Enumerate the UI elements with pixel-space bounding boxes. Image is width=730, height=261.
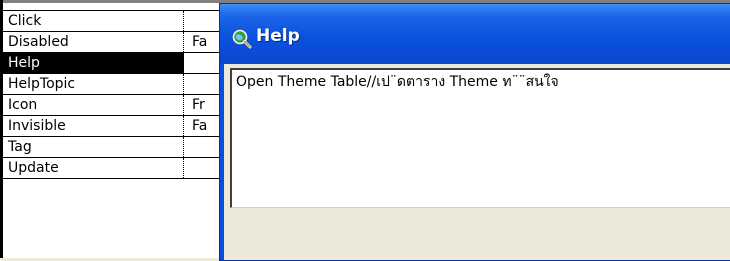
property-name: HelpTopic: [0, 74, 184, 94]
property-name: Invisible: [0, 116, 184, 136]
help-window-client: Open Theme Table//เป¨ดตาราง Theme ท¨¨สนใ…: [224, 64, 730, 260]
property-name: Icon: [0, 95, 184, 115]
magnifier-globe-icon: [232, 29, 252, 49]
help-window: Help Open Theme Table//เป¨ดตาราง Theme ท…: [219, 3, 730, 261]
help-text-box[interactable]: Open Theme Table//เป¨ดตาราง Theme ท¨¨สนใ…: [230, 68, 730, 208]
help-window-title: Help: [256, 26, 300, 46]
property-name: Disabled: [0, 32, 184, 52]
property-name: Click: [0, 11, 184, 31]
help-window-titlebar[interactable]: Help: [220, 4, 730, 64]
property-name: Help: [0, 53, 184, 73]
property-name: Update: [0, 158, 184, 178]
property-name: Tag: [0, 137, 184, 157]
